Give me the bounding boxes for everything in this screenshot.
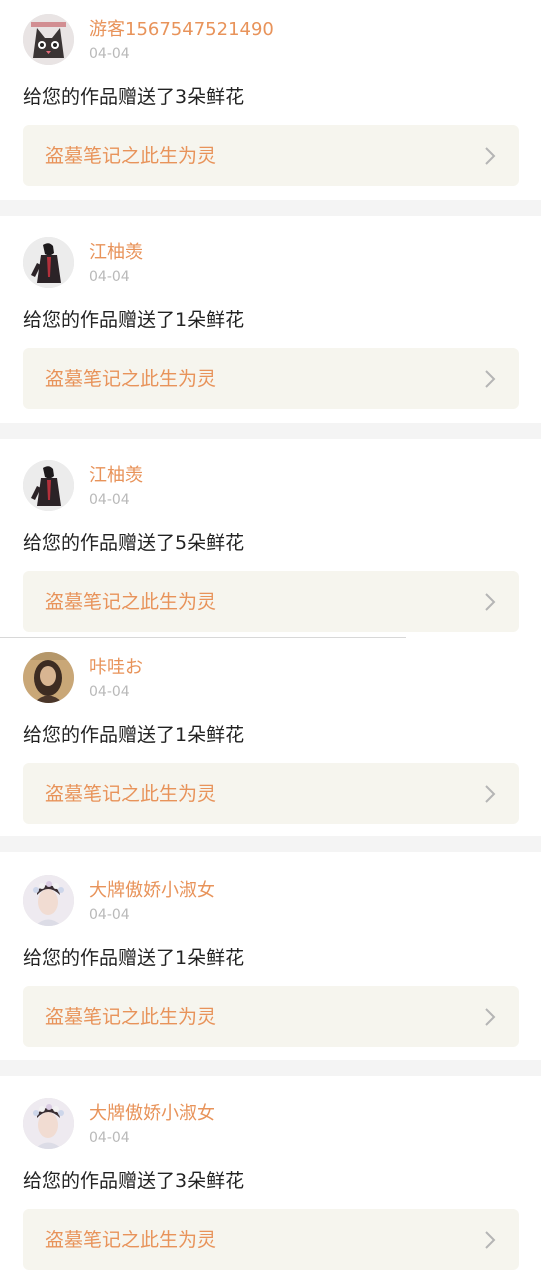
work-link-button[interactable]: 盗墓笔记之此生为灵 <box>23 763 519 824</box>
username[interactable]: 江柚羡 <box>89 241 143 265</box>
work-link-button[interactable]: 盗墓笔记之此生为灵 <box>23 348 519 409</box>
work-link-button[interactable]: 盗墓笔记之此生为灵 <box>23 125 519 186</box>
gift-message: 给您的作品赠送了3朵鲜花 <box>23 86 245 108</box>
section-divider <box>0 836 541 852</box>
flower-crown-avatar-icon[interactable] <box>23 1098 74 1149</box>
username[interactable]: 咔哇お <box>89 656 143 680</box>
work-link-button[interactable]: 盗墓笔记之此生为灵 <box>23 986 519 1047</box>
timestamp: 04-04 <box>89 684 130 700</box>
work-title: 盗墓笔记之此生为灵 <box>45 145 217 167</box>
flower-crown-avatar-icon[interactable] <box>23 875 74 926</box>
username[interactable]: 大牌傲娇小淑女 <box>89 1102 215 1126</box>
work-link-button[interactable]: 盗墓笔记之此生为灵 <box>23 571 519 632</box>
timestamp: 04-04 <box>89 1130 130 1146</box>
figure-avatar-icon[interactable] <box>23 460 74 511</box>
chevron-right-icon <box>483 783 497 805</box>
timestamp: 04-04 <box>89 269 130 285</box>
section-divider <box>0 1060 541 1076</box>
chevron-right-icon <box>483 368 497 390</box>
section-divider <box>0 423 541 439</box>
notification-feed: 游客1567547521490 04-04 给您的作品赠送了3朵鲜花 盗墓笔记之… <box>0 0 541 1280</box>
timestamp: 04-04 <box>89 907 130 923</box>
figure-avatar-icon[interactable] <box>23 237 74 288</box>
username[interactable]: 江柚羡 <box>89 464 143 488</box>
work-title: 盗墓笔记之此生为灵 <box>45 1229 217 1251</box>
gift-message: 给您的作品赠送了5朵鲜花 <box>23 532 245 554</box>
notification-card: 大牌傲娇小淑女 04-04 给您的作品赠送了3朵鲜花 盗墓笔记之此生为灵 <box>0 1084 541 1280</box>
timestamp: 04-04 <box>89 46 130 62</box>
cat-avatar-icon[interactable] <box>23 14 74 65</box>
chevron-right-icon <box>483 1229 497 1251</box>
notification-card: 咔哇お 04-04 给您的作品赠送了1朵鲜花 盗墓笔记之此生为灵 <box>0 638 541 836</box>
work-title: 盗墓笔记之此生为灵 <box>45 591 217 613</box>
chevron-right-icon <box>483 1006 497 1028</box>
work-title: 盗墓笔记之此生为灵 <box>45 1006 217 1028</box>
gift-message: 给您的作品赠送了1朵鲜花 <box>23 947 245 969</box>
username[interactable]: 游客1567547521490 <box>89 18 274 42</box>
chevron-right-icon <box>483 145 497 167</box>
gift-message: 给您的作品赠送了3朵鲜花 <box>23 1170 245 1192</box>
work-title: 盗墓笔记之此生为灵 <box>45 368 217 390</box>
work-link-button[interactable]: 盗墓笔记之此生为灵 <box>23 1209 519 1270</box>
notification-card: 游客1567547521490 04-04 给您的作品赠送了3朵鲜花 盗墓笔记之… <box>0 0 541 200</box>
timestamp: 04-04 <box>89 492 130 508</box>
notification-card: 江柚羡 04-04 给您的作品赠送了1朵鲜花 盗墓笔记之此生为灵 <box>0 223 541 423</box>
notification-card: 江柚羡 04-04 给您的作品赠送了5朵鲜花 盗墓笔记之此生为灵 <box>0 446 541 637</box>
username[interactable]: 大牌傲娇小淑女 <box>89 879 215 903</box>
notification-card: 大牌傲娇小淑女 04-04 给您的作品赠送了1朵鲜花 盗墓笔记之此生为灵 <box>0 861 541 1060</box>
work-title: 盗墓笔记之此生为灵 <box>45 783 217 805</box>
chevron-right-icon <box>483 591 497 613</box>
section-divider <box>0 200 541 216</box>
gift-message: 给您的作品赠送了1朵鲜花 <box>23 309 245 331</box>
gift-message: 给您的作品赠送了1朵鲜花 <box>23 724 245 746</box>
girl-avatar-icon[interactable] <box>23 652 74 703</box>
